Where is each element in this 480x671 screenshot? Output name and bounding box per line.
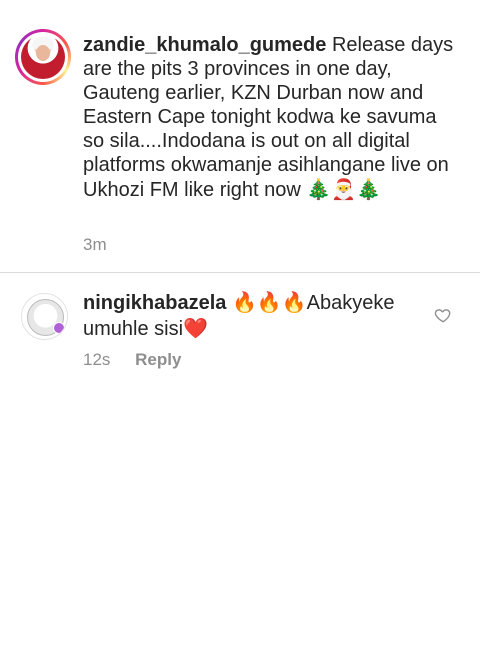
reply-button[interactable]: Reply	[135, 350, 181, 369]
caption-emojis: 🎄🎅🎄	[306, 177, 382, 201]
comment-meta: 12s Reply	[83, 350, 181, 370]
comment-text-block: ningikhabazela 🔥🔥🔥Abakyeke umuhle sisi❤️	[83, 290, 428, 342]
caption-avatar[interactable]	[21, 35, 65, 79]
comment-row: ningikhabazela 🔥🔥🔥Abakyeke umuhle sisi❤️…	[0, 273, 480, 383]
comment-fire-emojis: 🔥🔥🔥	[231, 290, 307, 314]
caption-avatar-story-ring[interactable]	[15, 29, 71, 85]
comment-username[interactable]: ningikhabazela	[83, 292, 226, 314]
caption-timestamp: 3m	[83, 235, 107, 254]
comment-heart-emoji: ❤️	[183, 316, 208, 340]
caption-body: Release days are the pits 3 provinces in…	[83, 34, 454, 201]
heart-outline-icon[interactable]	[434, 306, 452, 324]
avatar-face-shape	[36, 45, 50, 61]
comment-avatar[interactable]	[21, 293, 68, 340]
avatar-badge-icon	[53, 322, 65, 334]
caption-username[interactable]: zandie_khumalo_gumede	[83, 34, 326, 56]
caption-post: zandie_khumalo_gumede Release days are t…	[0, 0, 480, 272]
caption-avatar-border	[18, 32, 68, 82]
caption-text-block: zandie_khumalo_gumede Release days are t…	[83, 33, 458, 202]
comment-timestamp: 12s	[83, 350, 111, 369]
